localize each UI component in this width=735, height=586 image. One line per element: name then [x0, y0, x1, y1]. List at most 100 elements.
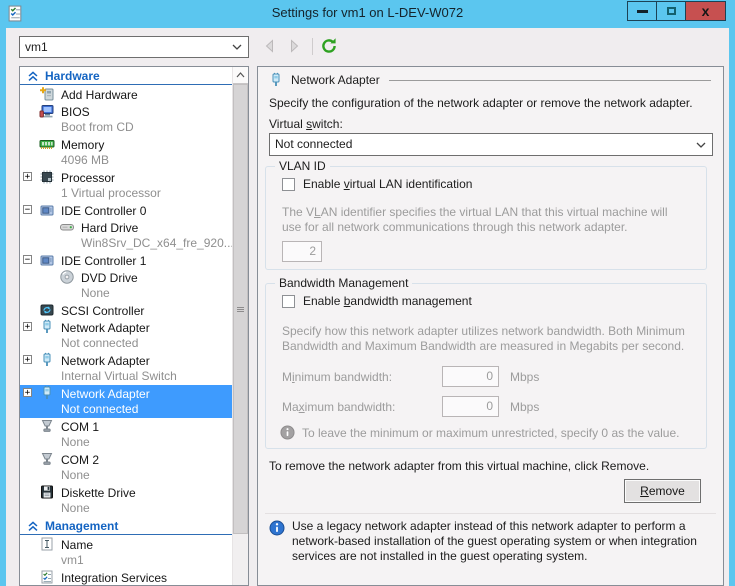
sidebar-item-sublabel: 4096 MB — [20, 153, 232, 169]
sidebar-item-memory[interactable]: Memory — [20, 136, 232, 153]
dvd-drive-icon — [59, 269, 75, 285]
sidebar-item-label: Add Hardware — [61, 88, 138, 102]
checkbox-icon[interactable] — [282, 178, 295, 191]
vlan-description: The VLAN identifier specifies the virtua… — [282, 205, 690, 235]
sidebar-item-label: Network Adapter — [61, 387, 150, 401]
sidebar-item-diskette-drive[interactable]: Diskette Drive — [20, 484, 232, 501]
sidebar-item-sublabel: Not connected — [20, 402, 232, 418]
sidebar-item-label: Memory — [61, 138, 104, 152]
sidebar-item-label: Network Adapter — [61, 321, 150, 335]
network-adapter-icon — [39, 319, 55, 335]
sidebar-item-sublabel: Not connected — [20, 336, 232, 352]
sidebar-item-com-2[interactable]: COM 2 — [20, 451, 232, 468]
enable-vlan-checkbox[interactable]: Enable virtual LAN identification — [282, 177, 472, 191]
minimum-bandwidth-unit: Mbps — [510, 370, 539, 384]
scsi-controller-icon — [39, 302, 55, 318]
legacy-note: Use a legacy network adapter instead of … — [269, 519, 704, 564]
network-adapter-panel: Network Adapter Specify the configuratio… — [257, 66, 724, 586]
sidebar-item-label: IDE Controller 1 — [61, 254, 146, 268]
vlan-id-input: 2 — [282, 241, 322, 262]
info-icon — [280, 425, 295, 440]
expand-icon[interactable]: + — [23, 388, 32, 397]
close-icon: x — [702, 4, 710, 18]
sidebar-item-label: Integration Services — [61, 571, 167, 585]
processor-icon — [39, 169, 55, 185]
network-adapter-icon — [39, 385, 55, 401]
sidebar-item-sublabel: 1 Virtual processor — [20, 186, 232, 202]
sidebar-item-ide-controller-0[interactable]: −IDE Controller 0 — [20, 202, 232, 219]
sidebar-item-integration-services[interactable]: Integration Services — [20, 569, 232, 585]
bandwidth-group: Bandwidth Management Enable bandwidth ma… — [265, 283, 707, 449]
panel-header: Network Adapter — [268, 72, 711, 88]
expand-icon[interactable]: + — [23, 172, 32, 181]
minimum-bandwidth-label: Minimum bandwidth: — [282, 370, 392, 384]
sidebar-item-sublabel: None — [20, 435, 232, 451]
close-button[interactable]: x — [685, 1, 726, 21]
ide-controller-icon — [39, 252, 55, 268]
remove-button[interactable]: Remove — [624, 479, 701, 503]
maximum-bandwidth-input: 0 — [442, 396, 499, 417]
enable-bandwidth-checkbox[interactable]: Enable bandwidth management — [282, 294, 472, 308]
sidebar-item-label: SCSI Controller — [61, 304, 144, 318]
sidebar-item-sublabel: Boot from CD — [20, 120, 232, 136]
sidebar-scrollbar[interactable] — [232, 67, 248, 585]
titlebar[interactable]: Settings for vm1 on L-DEV-W072 x — [0, 0, 735, 28]
forward-button[interactable] — [286, 38, 302, 54]
sidebar-item-network-adapter[interactable]: + Network Adapter — [20, 319, 232, 336]
sidebar-item-label: COM 1 — [61, 420, 99, 434]
integration-services-icon — [39, 569, 55, 585]
collapse-icon[interactable]: − — [23, 205, 32, 214]
sidebar-item-label: Network Adapter — [61, 354, 150, 368]
toolbar-separator — [312, 38, 313, 55]
sidebar-item-processor[interactable]: +Processor — [20, 169, 232, 186]
expand-icon[interactable]: + — [23, 355, 32, 364]
chevron-down-icon — [232, 44, 242, 50]
vlan-group: VLAN ID Enable virtual LAN identificatio… — [265, 166, 707, 270]
scroll-up-button[interactable] — [233, 67, 248, 84]
sidebar-item-add-hardware[interactable]: Add Hardware — [20, 86, 232, 103]
sidebar-item-network-adapter[interactable]: + Network Adapter — [20, 352, 232, 369]
maximize-button[interactable] — [656, 1, 686, 21]
collapse-section-icon[interactable] — [27, 70, 39, 82]
scrollbar-grip-icon — [237, 306, 244, 313]
sidebar-item-hard-drive[interactable]: Hard Drive — [20, 219, 232, 236]
com-port-icon — [39, 451, 55, 467]
sidebar: Hardware Add HardwareBIOSBoot from CD Memo… — [19, 66, 249, 586]
minimize-icon — [637, 10, 648, 13]
bandwidth-note-text: To leave the minimum or maximum unrestri… — [302, 426, 679, 440]
vm-selector[interactable]: vm1 — [19, 36, 249, 58]
virtual-switch-label: Virtual switch: — [269, 117, 343, 131]
virtual-switch-select[interactable]: Not connected — [269, 133, 713, 156]
scrollbar-thumb[interactable] — [233, 84, 248, 534]
back-button[interactable] — [262, 38, 278, 54]
collapse-icon[interactable]: − — [23, 255, 32, 264]
sidebar-item-name[interactable]: Name — [20, 536, 232, 553]
checkbox-icon[interactable] — [282, 295, 295, 308]
legacy-note-text: Use a legacy network adapter instead of … — [292, 519, 704, 564]
memory-icon — [39, 136, 55, 152]
refresh-button[interactable] — [320, 37, 338, 55]
sidebar-item-com-1[interactable]: COM 1 — [20, 418, 232, 435]
sidebar-item-label: Hard Drive — [81, 221, 138, 235]
section-header-hardware[interactable]: Hardware — [20, 67, 232, 85]
network-adapter-icon — [268, 72, 284, 88]
maximum-bandwidth-label: Maximum bandwidth: — [282, 400, 395, 414]
collapse-section-icon[interactable] — [27, 520, 39, 532]
remove-hint: To remove the network adapter from this … — [269, 459, 649, 473]
sidebar-item-bios[interactable]: BIOS — [20, 103, 232, 120]
maximum-bandwidth-unit: Mbps — [510, 400, 539, 414]
enable-bandwidth-label: Enable bandwidth management — [303, 294, 472, 308]
sidebar-item-dvd-drive[interactable]: DVD Drive — [20, 269, 232, 286]
panel-divider — [265, 513, 716, 514]
sidebar-item-sublabel: Internal Virtual Switch — [20, 369, 232, 385]
minimize-button[interactable] — [627, 1, 657, 21]
sidebar-item-sublabel: None — [20, 468, 232, 484]
header-rule — [389, 80, 711, 81]
section-header-management[interactable]: Management — [20, 517, 232, 535]
sidebar-item-network-adapter[interactable]: + Network Adapter — [20, 385, 232, 402]
info-icon — [269, 520, 285, 536]
sidebar-item-scsi-controller[interactable]: SCSI Controller — [20, 302, 232, 319]
expand-icon[interactable]: + — [23, 322, 32, 331]
sidebar-item-ide-controller-1[interactable]: − IDE Controller 1 — [20, 252, 232, 269]
window-controls: x — [628, 1, 726, 21]
